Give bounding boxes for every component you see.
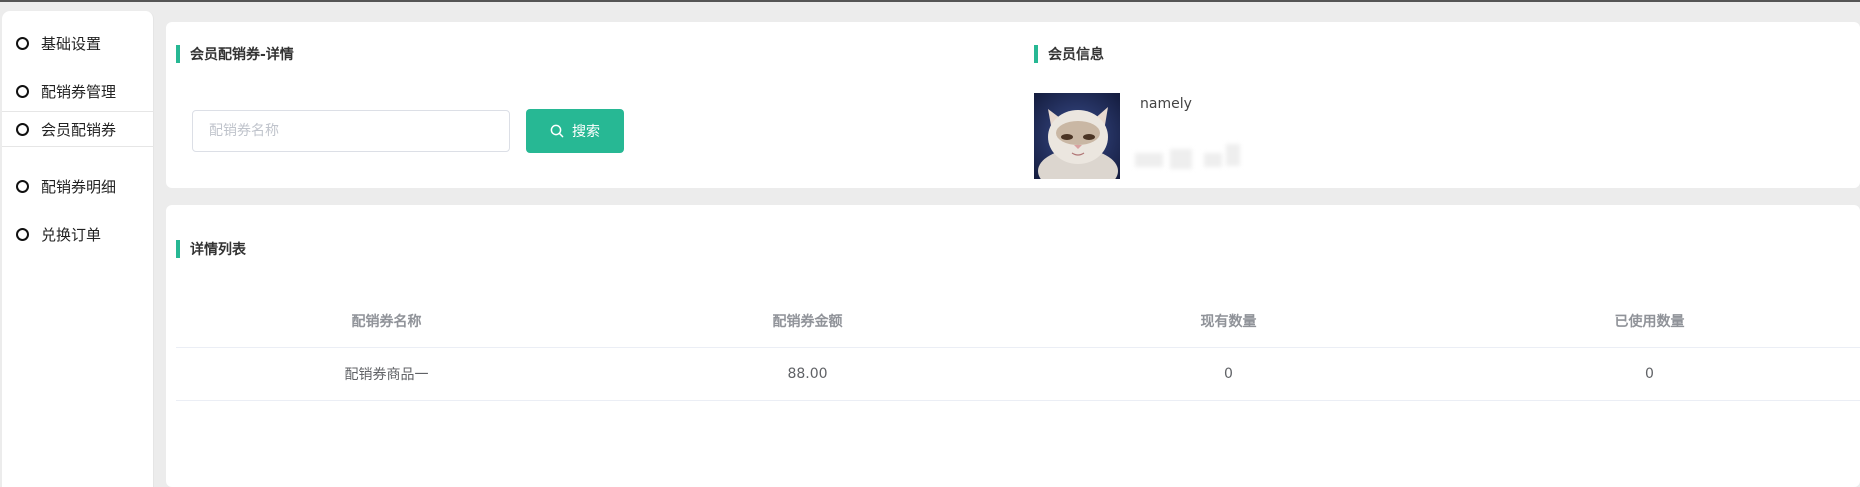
sidebar-item-label: 配销券明细 bbox=[41, 177, 117, 196]
column-header-coupon-amount: 配销券金额 bbox=[772, 314, 843, 330]
member-title-text: 会员信息 bbox=[1048, 47, 1104, 63]
sidebar-item-member-coupons[interactable]: 会员配销券 bbox=[2, 111, 154, 147]
cell-current-quantity: 0 bbox=[1224, 366, 1233, 382]
cell-coupon-amount: 88.00 bbox=[787, 366, 828, 382]
member-name: namely bbox=[1140, 96, 1192, 112]
column-header-used-quantity: 已使用数量 bbox=[1614, 314, 1685, 330]
cell-coupon-name: 配销券商品一 bbox=[344, 367, 429, 383]
search-icon bbox=[550, 124, 564, 138]
member-section-title: 会员信息 bbox=[1034, 44, 1104, 64]
sidebar-item-coupon-management[interactable]: 配销券管理 bbox=[2, 73, 154, 109]
circle-bullet-icon bbox=[16, 84, 29, 98]
column-header-current-quantity: 现有数量 bbox=[1200, 314, 1257, 330]
sidebar-item-label: 基础设置 bbox=[41, 34, 102, 53]
detail-list-card: 详情列表 配销券名称 配销券金额 现有数量 已使用数量 配销券商品一 88.00… bbox=[166, 205, 1860, 487]
table-header-row: 配销券名称 配销券金额 现有数量 已使用数量 bbox=[176, 295, 1860, 347]
section-accent-bar bbox=[176, 240, 180, 258]
circle-bullet-icon bbox=[16, 227, 29, 241]
section-accent-bar bbox=[176, 45, 180, 63]
column-header-coupon-name: 配销券名称 bbox=[351, 314, 422, 330]
sidebar-item-label: 配销券管理 bbox=[41, 82, 117, 101]
sidebar-item-label: 会员配销券 bbox=[41, 120, 117, 139]
sidebar-item-coupon-details[interactable]: 配销券明细 bbox=[2, 168, 154, 204]
list-title-text: 详情列表 bbox=[190, 242, 246, 258]
detail-title-text: 会员配销券-详情 bbox=[190, 47, 294, 63]
window-top-border bbox=[0, 0, 1860, 2]
member-avatar bbox=[1034, 93, 1120, 179]
circle-bullet-icon bbox=[16, 122, 29, 136]
list-section-title: 详情列表 bbox=[176, 239, 246, 259]
detail-section-title: 会员配销券-详情 bbox=[176, 44, 294, 64]
sidebar: 基础设置 配销券管理 会员配销券 配销券明细 兑换订单 bbox=[2, 11, 154, 487]
search-button-label: 搜索 bbox=[572, 124, 600, 140]
circle-bullet-icon bbox=[16, 179, 29, 193]
search-button[interactable]: 搜索 bbox=[526, 109, 624, 153]
detail-table: 配销券名称 配销券金额 现有数量 已使用数量 配销券商品一 88.00 0 0 bbox=[176, 295, 1860, 401]
sidebar-item-basic-settings[interactable]: 基础设置 bbox=[2, 25, 154, 61]
sidebar-item-label: 兑换订单 bbox=[41, 225, 102, 244]
detail-card: 会员配销券-详情 搜索 会员信息 bbox=[166, 22, 1860, 188]
coupon-name-search-input[interactable] bbox=[192, 110, 510, 152]
cell-used-quantity: 0 bbox=[1645, 366, 1654, 382]
section-accent-bar bbox=[1034, 45, 1038, 63]
circle-bullet-icon bbox=[16, 36, 29, 50]
table-row[interactable]: 配销券商品一 88.00 0 0 bbox=[176, 347, 1860, 401]
sidebar-item-exchange-orders[interactable]: 兑换订单 bbox=[2, 216, 154, 252]
